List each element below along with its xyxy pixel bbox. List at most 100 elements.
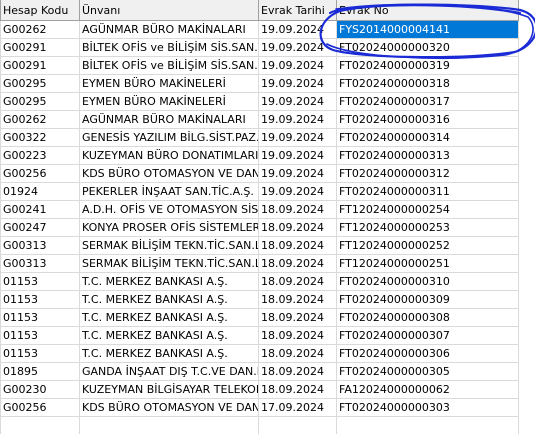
title-cell[interactable]: SERMAK BİLİŞİM TEKN.TİC.SAN.LİM [79, 236, 259, 255]
account-code-cell[interactable]: 01924 [0, 182, 80, 201]
title-cell[interactable]: KDS BÜRO OTOMASYON VE DANIŞM [79, 164, 259, 183]
title-cell[interactable]: T.C. MERKEZ BANKASI A.Ş. [79, 308, 259, 327]
title-cell[interactable]: KUZEYMAN BİLGİSAYAR TELEKOMÜN [79, 380, 259, 399]
table-row[interactable]: G00295 EYMEN BÜRO MAKİNELERİ 19.09.2024 FT0… [0, 92, 519, 111]
account-code-cell[interactable] [0, 416, 80, 434]
title-cell[interactable]: KUZEYMAN BÜRO DONATIMLARI [79, 146, 259, 165]
table-row[interactable]: 01153 T.C. MERKEZ BANKASI A.Ş. 18.09.2024 F… [0, 326, 519, 345]
account-code-cell[interactable]: 01153 [0, 308, 80, 327]
document-no-cell[interactable]: FT02024000000308 [336, 308, 519, 327]
column-header-account-code[interactable]: Hesap Kodu [0, 0, 80, 21]
document-date-cell[interactable]: 19.09.2024 [258, 74, 337, 93]
document-no-cell[interactable]: FT02024000000313 [336, 146, 519, 165]
document-date-cell[interactable]: 19.09.2024 [258, 20, 337, 39]
column-header-title[interactable]: Ünvanı [79, 0, 259, 21]
document-date-cell[interactable]: 18.09.2024 [258, 380, 337, 399]
document-date-cell[interactable]: 19.09.2024 [258, 110, 337, 129]
title-cell[interactable]: AGÜNMAR BÜRO MAKİNALARI [79, 110, 259, 129]
document-no-cell[interactable]: FT02024000000306 [336, 344, 519, 363]
table-row[interactable]: 01153 T.C. MERKEZ BANKASI A.Ş. 18.09.2024 F… [0, 290, 519, 309]
document-no-cell[interactable]: FT02024000000317 [336, 92, 519, 111]
account-code-cell[interactable]: 01153 [0, 326, 80, 345]
title-cell[interactable]: EYMEN BÜRO MAKİNELERİ [79, 74, 259, 93]
table-row[interactable] [0, 416, 519, 434]
table-row[interactable]: G00241 A.D.H. OFİS VE OTOMASYON SİST 18.09… [0, 200, 519, 219]
title-cell[interactable]: AGÜNMAR BÜRO MAKİNALARI [79, 20, 259, 39]
table-row[interactable]: G00291 BİLTEK OFİS ve BİLİŞİM SİS.SAN.ve 1… [0, 56, 519, 75]
document-no-cell[interactable] [336, 416, 519, 434]
account-code-cell[interactable]: G00313 [0, 254, 80, 273]
account-code-cell[interactable]: G00256 [0, 164, 80, 183]
document-date-cell[interactable]: 19.09.2024 [258, 128, 337, 147]
title-cell[interactable]: GENESİS YAZILIM BİLG.SİST.PAZ.Tİ [79, 128, 259, 147]
table-row[interactable]: 01924 PEKERLER İNŞAAT SAN.TİC.A.Ş. 19.09.2… [0, 182, 519, 201]
document-no-cell[interactable]: FT02024000000314 [336, 128, 519, 147]
account-code-cell[interactable]: 01153 [0, 344, 80, 363]
document-date-cell[interactable]: 18.09.2024 [258, 290, 337, 309]
account-code-cell[interactable]: G00241 [0, 200, 80, 219]
document-no-cell[interactable]: FYS2014000004141 [336, 20, 519, 39]
table-row[interactable]: G00313 SERMAK BİLİŞİM TEKN.TİC.SAN.LİM 18.… [0, 236, 519, 255]
document-date-cell[interactable]: 19.09.2024 [258, 182, 337, 201]
title-cell[interactable]: EYMEN BÜRO MAKİNELERİ [79, 92, 259, 111]
document-no-cell[interactable]: FT12024000000251 [336, 254, 519, 273]
document-date-cell[interactable]: 18.09.2024 [258, 218, 337, 237]
table-row[interactable]: G00262 AGÜNMAR BÜRO MAKİNALARI 19.09.2024 F… [0, 20, 519, 39]
account-code-cell[interactable]: G00291 [0, 56, 80, 75]
table-row[interactable]: 01153 T.C. MERKEZ BANKASI A.Ş. 18.09.2024 F… [0, 308, 519, 327]
table-row[interactable]: G00322 GENESİS YAZILIM BİLG.SİST.PAZ.Tİ 19… [0, 128, 519, 147]
document-no-cell[interactable]: FT12024000000254 [336, 200, 519, 219]
document-date-cell[interactable]: 19.09.2024 [258, 56, 337, 75]
document-no-cell[interactable]: FT12024000000253 [336, 218, 519, 237]
title-cell[interactable]: PEKERLER İNŞAAT SAN.TİC.A.Ş. [79, 182, 259, 201]
title-cell[interactable]: SERMAK BİLİŞİM TEKN.TİC.SAN.LİM [79, 254, 259, 273]
title-cell[interactable]: T.C. MERKEZ BANKASI A.Ş. [79, 290, 259, 309]
account-code-cell[interactable]: G00262 [0, 110, 80, 129]
document-no-cell[interactable]: FT02024000000310 [336, 272, 519, 291]
document-date-cell[interactable]: 18.09.2024 [258, 362, 337, 381]
account-code-cell[interactable]: G00291 [0, 38, 80, 57]
column-header-document-date[interactable]: Evrak Tarihi [258, 0, 337, 21]
document-no-cell[interactable]: FA12024000000062 [336, 380, 519, 399]
table-row[interactable]: G00256KDS BÜRO OTOMASYON VE DANIŞM17.09.… [0, 398, 519, 417]
table-row[interactable]: G00262 AGÜNMAR BÜRO MAKİNALARI 19.09.2024 F… [0, 110, 519, 129]
table-row[interactable]: G00256KDS BÜRO OTOMASYON VE DANIŞM19.09.… [0, 164, 519, 183]
account-code-cell[interactable]: G00230 [0, 380, 80, 399]
account-code-cell[interactable]: G00295 [0, 92, 80, 111]
table-row[interactable]: 01153 T.C. MERKEZ BANKASI A.Ş. 18.09.2024 F… [0, 272, 519, 291]
document-no-cell[interactable]: FT02024000000303 [336, 398, 519, 417]
account-code-cell[interactable]: G00295 [0, 74, 80, 93]
document-no-cell[interactable]: FT02024000000316 [336, 110, 519, 129]
document-date-cell[interactable]: 18.09.2024 [258, 200, 337, 219]
table-row[interactable]: G00230KUZEYMAN BİLGİSAYAR TELEKOMÜN18.09… [0, 380, 519, 399]
document-date-cell[interactable]: 18.09.2024 [258, 326, 337, 345]
title-cell[interactable]: T.C. MERKEZ BANKASI A.Ş. [79, 344, 259, 363]
document-date-cell[interactable]: 19.09.2024 [258, 92, 337, 111]
document-date-cell[interactable]: 18.09.2024 [258, 308, 337, 327]
title-cell[interactable]: GANDA İNŞAAT DIŞ T.C.VE DAN.LTD [79, 362, 259, 381]
account-code-cell[interactable]: 01895 [0, 362, 80, 381]
title-cell[interactable]: BİLTEK OFİS ve BİLİŞİM SİS.SAN.ve [79, 38, 259, 57]
title-cell[interactable]: A.D.H. OFİS VE OTOMASYON SİST [79, 200, 259, 219]
document-no-cell[interactable]: FT12024000000252 [336, 236, 519, 255]
document-date-cell[interactable]: 17.09.2024 [258, 398, 337, 417]
account-code-cell[interactable]: 01153 [0, 272, 80, 291]
account-code-cell[interactable]: G00247 [0, 218, 80, 237]
document-date-cell[interactable]: 18.09.2024 [258, 272, 337, 291]
document-no-cell[interactable]: FT02024000000320 [336, 38, 519, 57]
document-no-cell[interactable]: FT02024000000309 [336, 290, 519, 309]
document-date-cell[interactable]: 18.09.2024 [258, 344, 337, 363]
document-date-cell[interactable] [258, 416, 337, 434]
table-row[interactable]: G00291 BİLTEK OFİS ve BİLİŞİM SİS.SAN.ve 1… [0, 38, 519, 57]
table-row[interactable]: G00223 KUZEYMAN BÜRO DONATIMLARI 19.09.202… [0, 146, 519, 165]
document-no-cell[interactable]: FT02024000000318 [336, 74, 519, 93]
account-code-cell[interactable]: G00256 [0, 398, 80, 417]
document-no-cell[interactable]: FT02024000000312 [336, 164, 519, 183]
table-row[interactable]: 01895 GANDA İNŞAAT DIŞ T.C.VE DAN.LTD 18.0… [0, 362, 519, 381]
document-no-cell[interactable]: FT02024000000307 [336, 326, 519, 345]
account-code-cell[interactable]: G00322 [0, 128, 80, 147]
table-row[interactable]: G00295 EYMEN BÜRO MAKİNELERİ 19.09.2024 FT0… [0, 74, 519, 93]
document-date-cell[interactable]: 18.09.2024 [258, 236, 337, 255]
title-cell[interactable] [79, 416, 259, 434]
account-code-cell[interactable]: G00262 [0, 20, 80, 39]
